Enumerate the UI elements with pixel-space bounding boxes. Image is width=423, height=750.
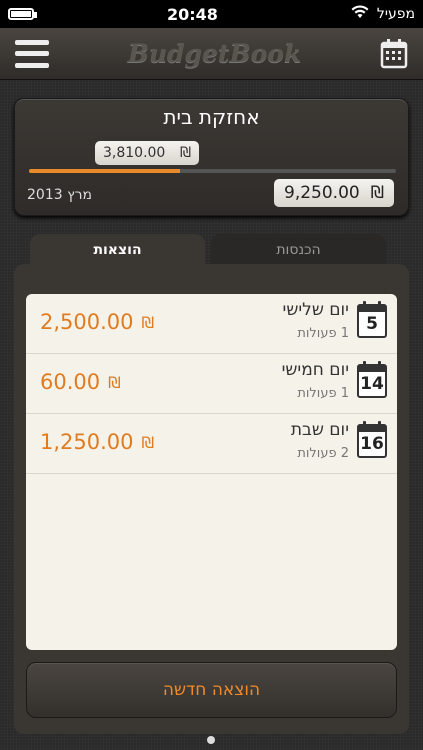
budget-card[interactable]: אחזקת בית 3,810.00 ₪ מרץ 2013 9,250.00 ₪ — [14, 98, 409, 216]
battery-icon — [8, 8, 37, 20]
day-row[interactable]: 14 יום חמישי 1 פעולות 60.00 ₪ — [26, 354, 397, 414]
calendar-day-icon: 16 — [357, 421, 387, 458]
status-time: 20:48 — [166, 4, 218, 24]
page-indicator — [207, 736, 215, 744]
menu-button[interactable] — [15, 39, 49, 68]
day-transaction-count: 1 פעולות — [297, 326, 349, 341]
status-bar: 20:48 מפעיל — [0, 0, 423, 28]
add-expense-button[interactable]: הוצאה חדשה — [26, 662, 397, 718]
day-transaction-count: 2 פעולות — [297, 446, 349, 461]
day-name: יום שבת — [290, 420, 349, 440]
calendar-icon — [380, 38, 408, 68]
amount-currency: ₪ — [141, 312, 155, 332]
status-right: מפעיל — [351, 5, 415, 23]
tab-expenses[interactable]: הוצאות — [30, 234, 205, 266]
day-amount: 2,500.00 ₪ — [40, 310, 154, 334]
period-label: מרץ 2013 — [27, 187, 93, 203]
spent-currency: ₪ — [180, 145, 191, 161]
amount-value: 2,500.00 — [40, 310, 134, 334]
day-amount: 1,250.00 ₪ — [40, 430, 154, 454]
day-transaction-count: 1 פעולות — [297, 386, 349, 401]
day-list: 5 יום שלישי 1 פעולות 2,500.00 ₪ 14 יום ח… — [26, 294, 397, 650]
calendar-day-icon: 14 — [357, 361, 387, 398]
calendar-button[interactable] — [380, 38, 408, 69]
amount-currency: ₪ — [141, 432, 155, 452]
total-amount: 9,250.00 — [284, 183, 360, 203]
total-amount-badge: 9,250.00 ₪ — [274, 179, 394, 207]
wifi-icon — [351, 5, 369, 23]
calendar-day-icon: 5 — [357, 301, 387, 338]
menu-icon — [15, 39, 49, 45]
day-name: יום חמישי — [281, 360, 349, 380]
day-number: 16 — [360, 434, 384, 454]
spent-amount-badge: 3,810.00 ₪ — [95, 141, 199, 165]
menu-icon — [15, 51, 49, 56]
amount-value: 1,250.00 — [40, 430, 134, 454]
budget-progress-fill — [29, 169, 181, 173]
spent-amount: 3,810.00 — [103, 145, 166, 161]
day-row[interactable]: 5 יום שלישי 1 פעולות 2,500.00 ₪ — [26, 294, 397, 354]
budget-progress-bar — [29, 169, 396, 173]
day-name: יום שלישי — [282, 300, 349, 320]
carrier-label: מפעיל — [376, 6, 415, 22]
day-amount: 60.00 ₪ — [40, 370, 121, 394]
amount-value: 60.00 — [40, 370, 101, 394]
budget-title: אחזקת בית — [163, 105, 260, 129]
menu-icon — [15, 62, 49, 68]
tab-income[interactable]: הכנסות — [211, 234, 386, 266]
day-number: 5 — [366, 314, 378, 334]
nav-bar: BudgetBook — [0, 28, 423, 80]
status-left — [8, 8, 37, 20]
total-currency: ₪ — [370, 183, 384, 203]
day-number: 14 — [360, 374, 384, 394]
amount-currency: ₪ — [108, 372, 121, 392]
app-title: BudgetBook — [127, 39, 302, 68]
tabs: הוצאות הכנסות — [30, 234, 386, 266]
day-row[interactable]: 16 יום שבת 2 פעולות 1,250.00 ₪ — [26, 414, 397, 474]
